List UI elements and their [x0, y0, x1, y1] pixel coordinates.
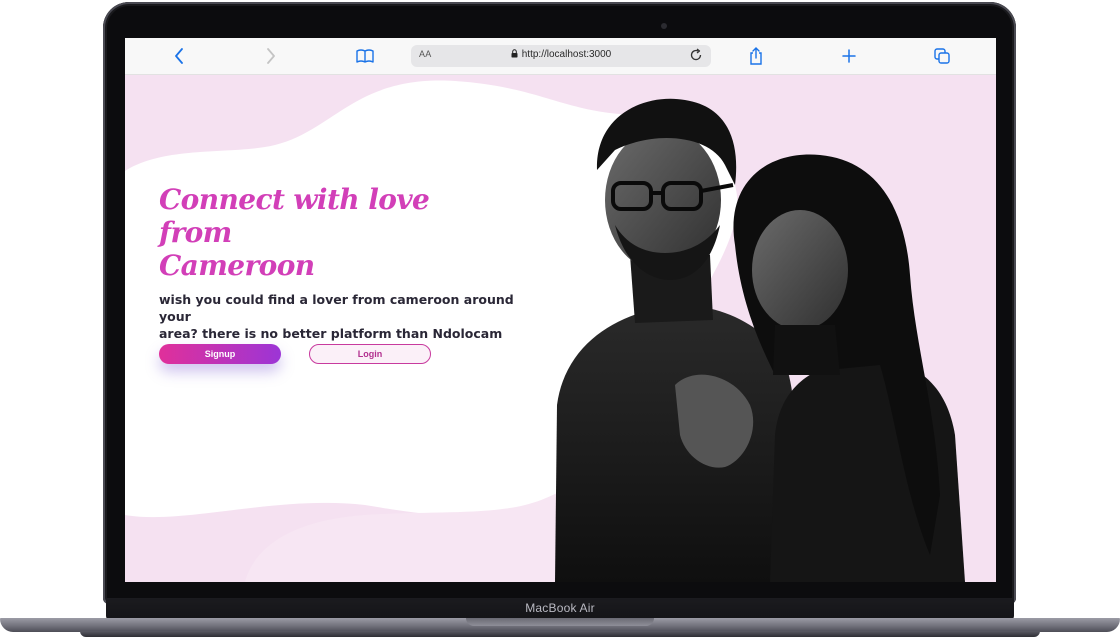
hero-subtitle-line-2: area? there is no better platform than N… [159, 326, 503, 341]
model-label: MacBook Air [525, 601, 595, 615]
reader-button[interactable] [353, 38, 377, 74]
new-tab-icon [842, 49, 856, 63]
login-button[interactable]: Login [309, 344, 431, 364]
share-icon [750, 47, 762, 65]
hero-subtitle-line-1: wish you could find a lover from cameroo… [159, 292, 514, 324]
new-tab-button[interactable] [838, 38, 860, 74]
tabs-button[interactable] [931, 38, 953, 74]
landing-page: Connect with love from Cameroon wish you… [125, 75, 996, 582]
lock-icon [511, 49, 518, 58]
couple-photo [555, 98, 965, 582]
share-button[interactable] [745, 38, 767, 74]
url-text: http://localhost:3000 [521, 49, 612, 60]
reload-icon[interactable] [689, 48, 703, 62]
back-button[interactable] [169, 38, 189, 74]
reader-icon [356, 49, 374, 63]
hero-subtitle: wish you could find a lover from cameroo… [159, 291, 539, 342]
tabs-icon [934, 48, 950, 64]
forward-icon [267, 48, 275, 64]
browser-toolbar: AA http://localhost:3000 [125, 38, 996, 75]
forward-button[interactable] [261, 38, 281, 74]
hero-title: Connect with love from Cameroon [159, 183, 499, 282]
camera-icon [661, 23, 667, 29]
back-icon [175, 48, 183, 64]
address-bar[interactable]: AA http://localhost:3000 [411, 45, 711, 67]
browser-screen: AA http://localhost:3000 Connect with lo… [125, 38, 996, 582]
laptop-notch [466, 618, 654, 626]
hero-title-line-2: Cameroon [159, 249, 315, 282]
laptop-foot [80, 631, 1040, 637]
signup-button[interactable]: Signup [159, 344, 281, 364]
hero-title-line-1: Connect with love from [159, 183, 430, 249]
